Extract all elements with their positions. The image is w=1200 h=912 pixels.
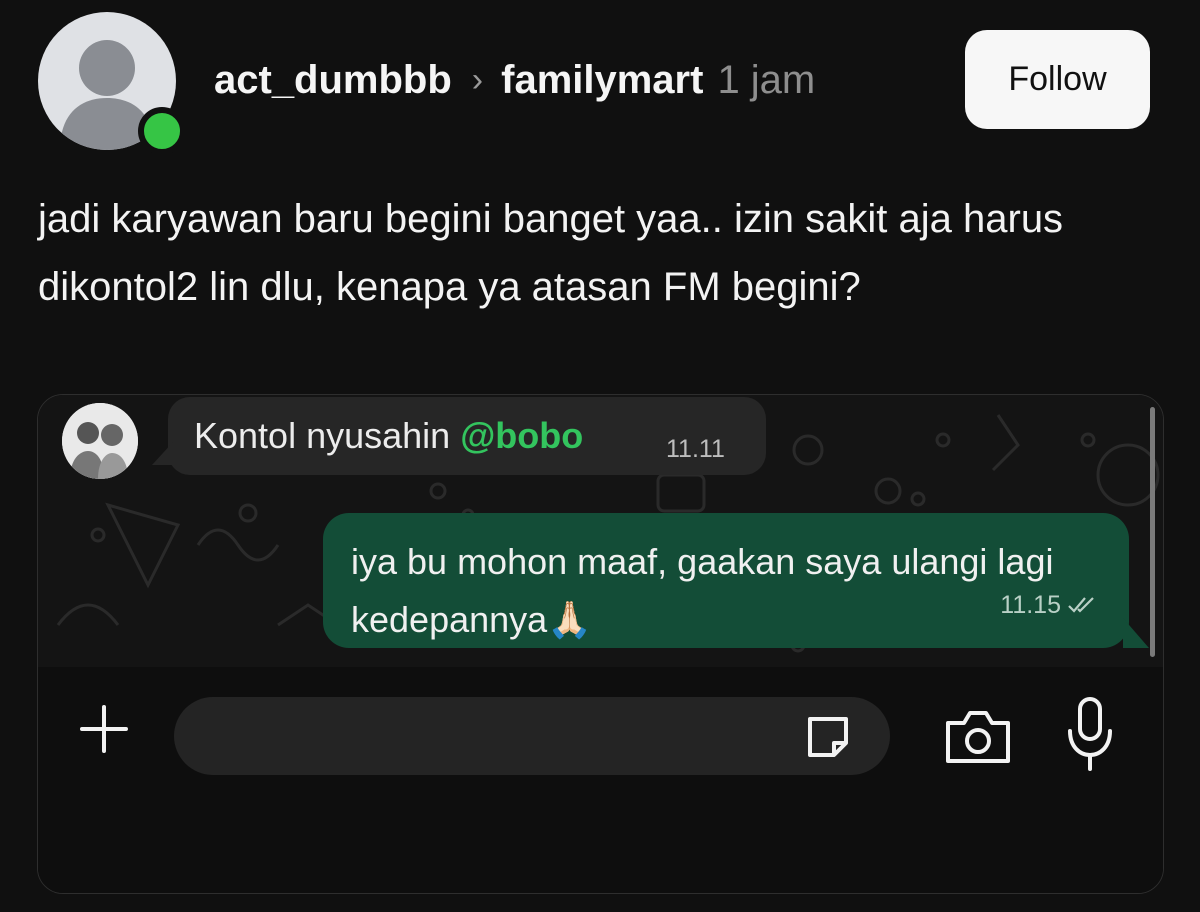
double-check-icon xyxy=(1068,597,1094,613)
praying-hands-icon: 🙏🏻 xyxy=(547,599,592,640)
author-username[interactable]: act_dumbbb xyxy=(214,58,452,103)
post-timestamp: 1 jam xyxy=(717,57,816,102)
chat-scrollbar[interactable] xyxy=(1150,407,1155,657)
incoming-message-bubble: Kontol nyusahin @bobo 11.11 xyxy=(152,397,766,475)
plus-icon[interactable] xyxy=(72,697,136,761)
microphone-icon[interactable] xyxy=(1064,695,1116,775)
contact-avatar xyxy=(62,403,138,479)
camera-icon[interactable] xyxy=(942,707,1014,767)
post-header: act_dumbbb › familymart 1 jam xyxy=(214,50,815,110)
incoming-message-time: 11.11 xyxy=(666,435,725,463)
post-body: jadi karyawan baru begini banget yaa.. i… xyxy=(38,197,1064,309)
online-status-dot xyxy=(138,107,186,155)
author-avatar[interactable] xyxy=(38,12,186,155)
outgoing-message-body: iya bu mohon maaf, gaakan saya ulangi la… xyxy=(351,541,1054,640)
message-input[interactable] xyxy=(174,697,890,775)
chat-screenshot: Kontol nyusahin @bobo 11.11 iya bu mohon… xyxy=(37,394,1164,894)
incoming-message-text: Kontol nyusahin xyxy=(194,415,461,456)
message-composer xyxy=(38,667,1163,893)
sticker-icon[interactable] xyxy=(800,709,856,765)
outgoing-message-bubble: iya bu mohon maaf, gaakan saya ulangi la… xyxy=(323,513,1149,649)
outgoing-message-text: iya bu mohon maaf, gaakan saya ulangi la… xyxy=(351,533,1099,649)
outgoing-message-time: 11.15 xyxy=(1000,591,1061,619)
mention-link[interactable]: @bobo xyxy=(460,415,583,456)
outgoing-message-meta: 11.15 xyxy=(1000,576,1097,634)
chevron-right-icon: › xyxy=(471,60,484,99)
community-name[interactable]: familymart xyxy=(501,58,703,103)
follow-button[interactable]: Follow xyxy=(965,30,1150,129)
